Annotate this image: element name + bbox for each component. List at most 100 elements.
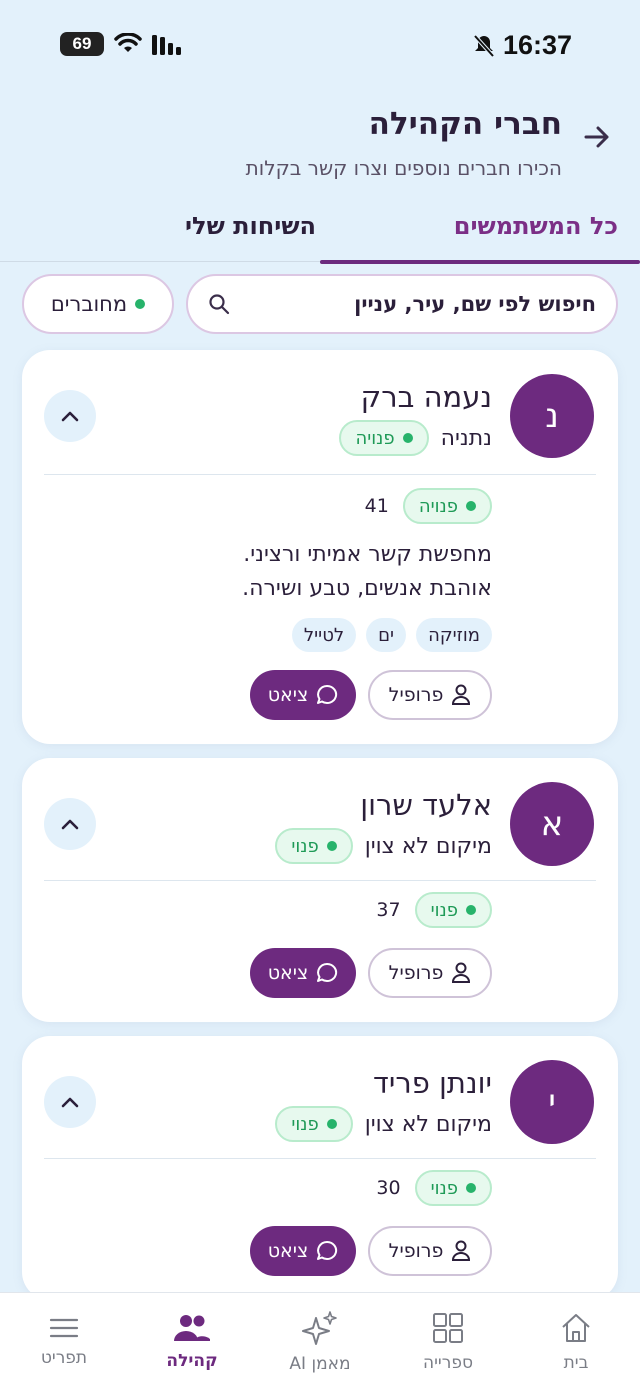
tab-all-users[interactable]: כל המשתמשים	[320, 212, 640, 264]
back-arrow-icon[interactable]	[582, 122, 612, 152]
nav-item-ai-coach[interactable]: מאמן AI	[256, 1293, 384, 1390]
interest-tags: מוזיקה ים לטייל	[291, 618, 492, 652]
nav-label: תפריט	[40, 1348, 88, 1368]
status-badge: פנוי	[414, 892, 492, 928]
member-name: נעמה ברק	[360, 380, 492, 414]
member-location: מיקום לא צוין	[364, 833, 492, 859]
search-input[interactable]: חיפוש לפי שם, עיר, עניין	[186, 274, 618, 334]
card-actions: פרופיל ציאט	[250, 670, 492, 720]
people-icon	[174, 1315, 210, 1341]
chevron-up-icon	[61, 819, 79, 830]
avatar: י	[510, 1060, 594, 1144]
interest-tag: מוזיקה	[416, 618, 492, 652]
menu-icon	[49, 1318, 79, 1338]
member-age: 30	[376, 1177, 401, 1199]
nav-item-library[interactable]: ספרייה	[384, 1293, 512, 1390]
member-location: מיקום לא צוין	[364, 1111, 492, 1137]
member-details-row: פנויה 41	[365, 488, 492, 524]
profile-button[interactable]: פרופיל	[368, 1226, 492, 1276]
home-icon	[562, 1314, 590, 1342]
profile-button-label: פרופיל	[388, 962, 444, 984]
chat-button[interactable]: ציאט	[250, 1226, 356, 1276]
status-badge: פנוי	[275, 1106, 353, 1142]
status-badge: פנויה	[339, 420, 429, 456]
user-icon	[452, 684, 471, 705]
collapse-button[interactable]	[44, 390, 96, 442]
search-row: חיפוש לפי שם, עיר, עניין מחוברים	[22, 274, 618, 334]
search-placeholder: חיפוש לפי שם, עיר, עניין	[354, 292, 596, 316]
interest-tag: לטייל	[291, 618, 357, 652]
chat-button-label: ציאט	[267, 684, 309, 706]
card-actions: פרופיל ציאט	[250, 948, 492, 998]
member-age: 41	[364, 495, 389, 517]
available-dot-icon	[466, 1183, 476, 1193]
nav-item-community[interactable]: קהילה	[128, 1293, 256, 1390]
chat-button[interactable]: ציאט	[250, 670, 356, 720]
user-icon	[452, 962, 471, 983]
profile-button[interactable]: פרופיל	[368, 948, 492, 998]
chat-button[interactable]: ציאט	[250, 948, 356, 998]
card-divider	[44, 880, 596, 881]
collapse-button[interactable]	[44, 1076, 96, 1128]
available-dot-icon	[466, 501, 476, 511]
chat-bubble-icon	[317, 962, 338, 982]
bottom-nav: בית ספרייה מאמן AI קהילה תפריט	[0, 1292, 640, 1390]
wifi-icon	[114, 33, 142, 52]
avatar: א	[510, 782, 594, 866]
status-label: פנוי	[291, 1113, 319, 1135]
available-dot-icon	[402, 433, 413, 443]
status-left-icons: 69	[60, 32, 184, 56]
member-age: 37	[376, 899, 401, 921]
chat-button-label: ציאט	[267, 962, 309, 984]
nav-item-menu[interactable]: תפריט	[0, 1293, 128, 1390]
bio-line: מחפשת קשר אמיתי ורציני.	[243, 542, 492, 567]
profile-button-label: פרופיל	[388, 684, 444, 706]
chat-bubble-icon	[317, 1240, 338, 1260]
avatar: נ	[510, 374, 594, 458]
status-time: 16:37	[502, 30, 572, 60]
member-card: נ נעמה ברק נתניה פנויה פנויה 41 מחפשת קש…	[22, 350, 618, 744]
status-label: פנוי	[430, 1177, 458, 1199]
status-badge: פנוי	[414, 1170, 492, 1206]
chat-button-label: ציאט	[267, 1240, 309, 1262]
status-time-group: 16:37	[473, 30, 572, 61]
interest-tag: ים	[366, 618, 407, 652]
online-filter-label: מחוברים	[50, 292, 128, 316]
bell-muted-icon	[473, 34, 495, 57]
nav-label: ספרייה	[423, 1353, 473, 1373]
member-bio: מחפשת קשר אמיתי ורציני. אוהבת אנשים, טבע…	[242, 538, 492, 606]
member-details-row: פנוי 30	[376, 1170, 492, 1206]
tab-my-chats[interactable]: השיחות שלי	[0, 212, 320, 262]
nav-label: מאמן AI	[289, 1354, 351, 1374]
member-sub-row: נתניה פנויה	[339, 420, 492, 456]
member-location: נתניה	[440, 425, 492, 451]
nav-label: קהילה	[166, 1351, 218, 1371]
member-sub-row: מיקום לא צוין פנוי	[275, 1106, 492, 1142]
nav-label: בית	[563, 1353, 589, 1373]
available-dot-icon	[326, 841, 337, 851]
available-dot-icon	[326, 1119, 337, 1129]
member-sub-row: מיקום לא צוין פנוי	[275, 828, 492, 864]
status-label: פנוי	[291, 835, 319, 857]
profile-button[interactable]: פרופיל	[368, 670, 492, 720]
status-label: פנויה	[355, 427, 395, 449]
sparkle-icon	[302, 1311, 337, 1345]
status-badge: פנוי	[275, 828, 353, 864]
chevron-up-icon	[61, 411, 79, 422]
online-filter-button[interactable]: מחוברים	[22, 274, 174, 334]
status-label: פנוי	[430, 899, 458, 921]
profile-button-label: פרופיל	[388, 1240, 444, 1262]
status-bar: 69 16:37	[0, 0, 640, 92]
page-subtitle: הכירו חברים נוספים וצרו קשר בקלות	[245, 156, 562, 180]
user-icon	[452, 1240, 471, 1261]
nav-item-home[interactable]: בית	[512, 1293, 640, 1390]
collapse-button[interactable]	[44, 798, 96, 850]
page-title: חברי הקהילה	[368, 106, 562, 142]
page-header: חברי הקהילה הכירו חברים נוספים וצרו קשר …	[0, 100, 640, 195]
card-divider	[44, 474, 596, 475]
chat-bubble-icon	[317, 684, 338, 704]
member-name: יונתן פריד	[373, 1066, 492, 1100]
member-name: אלעד שרון	[360, 788, 492, 822]
card-actions: פרופיל ציאט	[250, 1226, 492, 1276]
status-label: פנויה	[418, 495, 458, 517]
